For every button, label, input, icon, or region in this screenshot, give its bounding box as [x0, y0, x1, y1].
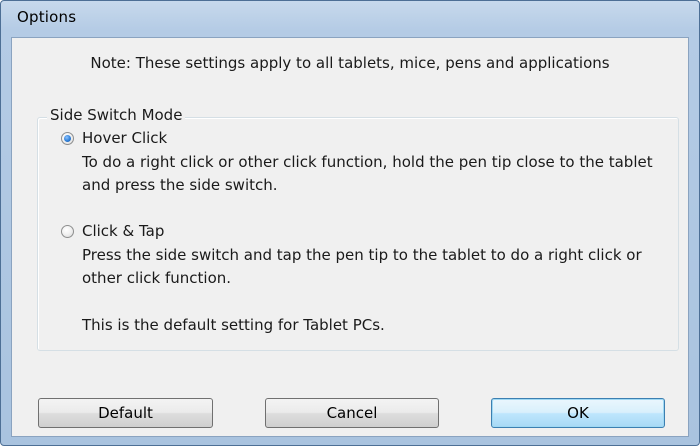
hover-click-description: To do a right click or other click funct… — [82, 153, 653, 194]
side-switch-mode-legend: Side Switch Mode — [47, 106, 186, 124]
settings-note: Note: These settings apply to all tablet… — [90, 54, 610, 72]
window-title: Options — [17, 8, 77, 26]
dialog-body: Note: These settings apply to all tablet… — [11, 37, 689, 437]
click-and-tap-option[interactable]: Click & Tap — [61, 222, 164, 240]
click-and-tap-radio[interactable] — [61, 224, 74, 238]
hover-click-radio[interactable] — [61, 131, 74, 145]
default-button[interactable]: Default — [38, 398, 213, 428]
title-bar[interactable]: Options — [1, 1, 699, 33]
tablet-pc-default-note: This is the default setting for Tablet P… — [82, 316, 385, 334]
click-and-tap-description: Press the side switch and tap the pen ti… — [82, 246, 642, 287]
cancel-button[interactable]: Cancel — [265, 398, 439, 428]
hover-click-label[interactable]: Hover Click — [82, 129, 167, 147]
ok-button[interactable]: OK — [491, 398, 665, 428]
click-and-tap-label[interactable]: Click & Tap — [82, 222, 164, 240]
hover-click-option[interactable]: Hover Click — [61, 129, 167, 147]
options-dialog: Options Note: These settings apply to al… — [0, 0, 700, 446]
